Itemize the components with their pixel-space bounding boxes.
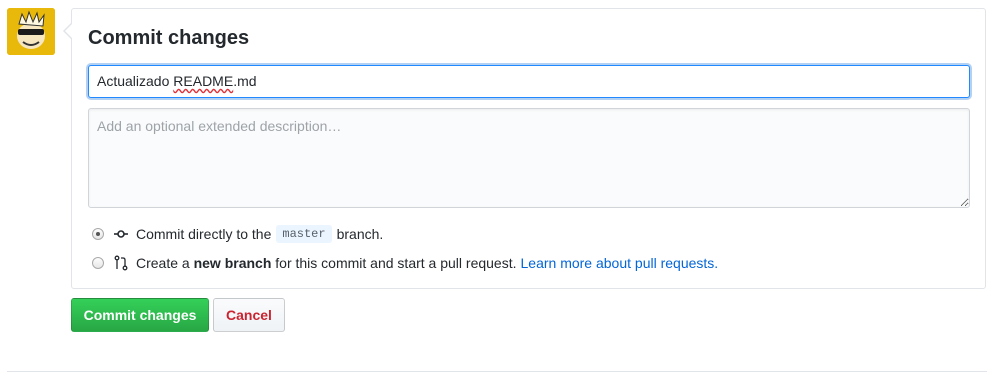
avatar[interactable] [7,8,55,55]
git-pull-request-icon [114,255,128,271]
commit-changes-button[interactable]: Commit changes [71,298,209,332]
option-new-branch[interactable]: Create a new branch for this commit and … [92,253,718,273]
option-new-branch-text-after: for this commit and start a pull request… [275,255,517,271]
option-direct-text: Commit directly to the [136,226,272,242]
form-title: Commit changes [88,27,250,49]
learn-more-link[interactable]: Learn more about pull requests. [521,255,719,271]
summary-text-suffix: .md [233,73,257,89]
avatar-image [7,8,55,55]
radio-new-branch[interactable] [92,257,104,269]
option-commit-direct[interactable]: Commit directly to the master branch. [92,224,383,244]
summary-text-prefix: Actualizado [97,73,174,89]
commit-form: Commit changes Actualizado README.md Com… [63,8,986,289]
commit-summary-input[interactable]: Actualizado README.md [88,65,970,98]
speech-arrow-fill [65,24,72,38]
commit-description-input[interactable] [88,108,970,208]
option-new-branch-bold: new branch [193,255,272,271]
branch-name: master [276,225,332,243]
option-direct-text-after: branch. [336,226,384,242]
divider [7,371,987,372]
option-new-branch-text: Create a [136,255,190,271]
git-commit-icon [114,226,128,242]
radio-commit-direct[interactable] [92,228,104,240]
cancel-button[interactable]: Cancel [213,298,285,332]
summary-text-misspelled: README [173,73,234,89]
